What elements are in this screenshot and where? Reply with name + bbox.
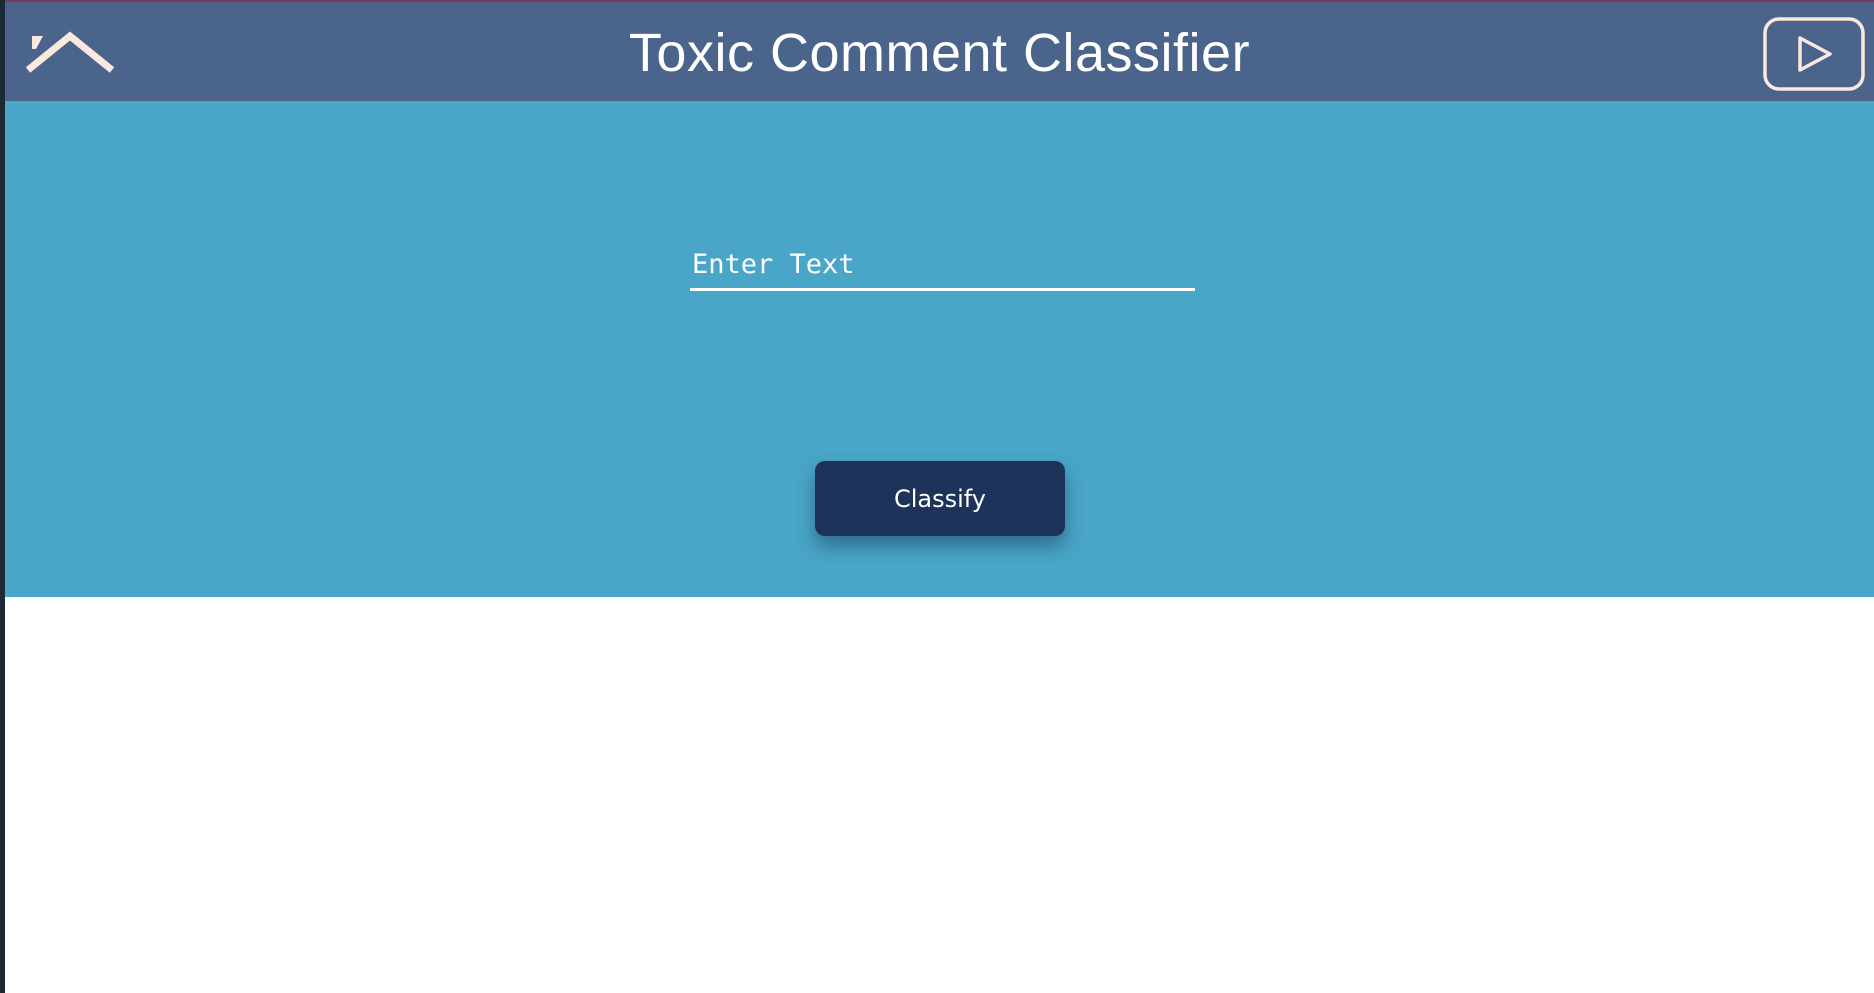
app-header: Toxic Comment Classifier (5, 2, 1874, 101)
youtube-play-icon (1763, 17, 1865, 91)
classifier-panel: Classify (5, 101, 1874, 597)
page-title: Toxic Comment Classifier (628, 23, 1251, 83)
comment-text-input[interactable] (690, 241, 1195, 291)
text-input-wrapper (690, 241, 1195, 293)
classify-button[interactable]: Classify (815, 461, 1065, 536)
video-play-button[interactable] (1762, 16, 1866, 92)
page: Toxic Comment Classifier Classify (5, 0, 1874, 993)
